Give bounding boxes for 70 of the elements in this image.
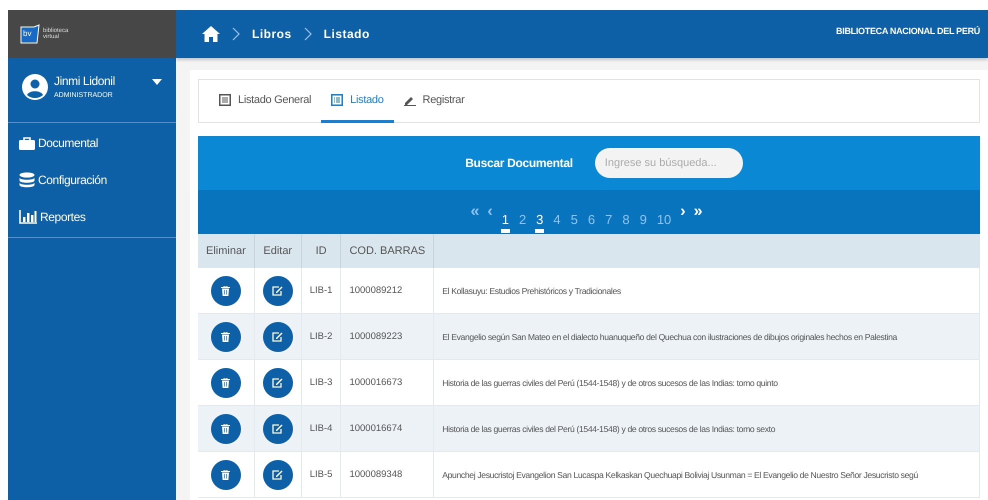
table-cell: Apunchej Jesucristoj Evangelion San Lucaspa Kelkaskan Quechuapi Boliviaj Usunman = El Evangelio de Nuestro Señor Jesucristo segú	[434, 452, 980, 498]
column-header: Eliminar	[198, 234, 254, 268]
column-header: Editar	[254, 234, 302, 268]
sidebar-item[interactable]: Reportes	[40, 210, 86, 224]
trash-icon	[221, 286, 230, 296]
page-link[interactable]: 10	[656, 201, 672, 233]
edit-icon	[272, 470, 284, 480]
sidebar-item[interactable]: Documental	[38, 136, 98, 150]
table-cell: LIB-4	[301, 406, 341, 452]
previous-page-link[interactable]: ‹	[487, 203, 493, 221]
table-cell: Historia de las guerras civiles del Perú (1544-1548) y de otros sucesos de las Indias: tomo sexto	[434, 406, 980, 452]
first-page-link[interactable]: «	[470, 203, 480, 221]
search-field[interactable]: Ingrese su búsqueda...	[594, 148, 743, 178]
table-cell: 1000089348	[340, 452, 434, 498]
trash-icon	[221, 378, 230, 388]
table-icon	[331, 94, 344, 106]
next-page-link[interactable]: ›	[680, 203, 686, 221]
delete-button[interactable]	[210, 368, 241, 398]
briefcase-icon	[19, 136, 35, 150]
table-cell: LIB-5	[301, 452, 341, 498]
edit-icon	[272, 332, 284, 342]
edit-icon	[272, 286, 284, 296]
bar-chart-icon	[19, 210, 37, 224]
delete-button[interactable]	[210, 322, 241, 352]
tab[interactable]: Listado General	[209, 80, 322, 123]
page-link[interactable]: 7	[604, 201, 614, 233]
search-label: Buscar Documental	[465, 156, 573, 170]
tab[interactable]: Registrar	[394, 80, 474, 123]
caret-icon[interactable]	[152, 79, 162, 85]
page-link[interactable]: 6	[586, 201, 596, 233]
user-name: Jinmi Lidonil	[54, 74, 116, 88]
edit-icon	[272, 378, 284, 388]
avatar-icon	[22, 74, 48, 100]
logo-icon	[20, 24, 40, 44]
edit-button[interactable]	[262, 322, 293, 352]
table-cell: El Evangelio según San Mateo en el dialecto huanuqueño del Quechua con ilustraciones de dibujos originales hechos en Palestina	[434, 314, 980, 360]
home-icon[interactable]	[202, 26, 220, 42]
trash-icon	[221, 470, 230, 480]
tab[interactable]: Listado	[321, 80, 394, 123]
edit-icon	[272, 424, 284, 434]
pen-icon	[404, 94, 416, 106]
chevron-right-icon	[232, 27, 240, 41]
breadcrumb-link[interactable]: Libros	[252, 27, 292, 41]
page-link[interactable]: 5	[570, 201, 579, 233]
column-header: COD. BARRAS	[340, 234, 434, 268]
last-page-link[interactable]: »	[694, 203, 703, 221]
sidebar-item[interactable]: Configuración	[38, 173, 107, 187]
table-cell: 1000089223	[340, 314, 434, 360]
trash-icon	[221, 424, 230, 434]
edit-button[interactable]	[262, 368, 293, 398]
logo-mark-text: bv	[23, 29, 32, 38]
database-icon	[19, 172, 35, 188]
table-cell: 1000016674	[340, 406, 434, 452]
list-icon	[219, 94, 231, 106]
site-title: BIBLIOTECA NACIONAL DEL PERÚ	[836, 26, 980, 36]
table-cell: LIB-2	[301, 314, 341, 360]
column-header: ID	[301, 234, 341, 268]
edit-button[interactable]	[262, 276, 293, 306]
edit-button[interactable]	[262, 460, 293, 490]
breadcrumb-link[interactable]: Listado	[324, 27, 370, 41]
page-link[interactable]: 9	[638, 201, 648, 233]
trash-icon	[221, 332, 230, 342]
delete-button[interactable]	[210, 414, 241, 444]
delete-button[interactable]	[210, 460, 241, 490]
page-link[interactable]: 8	[621, 201, 631, 233]
edit-button[interactable]	[262, 414, 293, 444]
page-link[interactable]: 4	[552, 201, 562, 233]
chevron-right-icon	[304, 27, 312, 41]
page-link[interactable]: 2	[518, 201, 528, 233]
delete-button[interactable]	[210, 276, 241, 306]
